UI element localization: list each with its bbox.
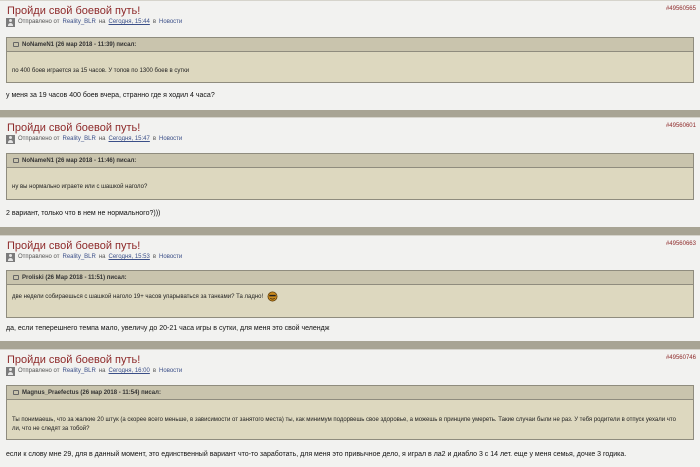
quote-icon [13, 158, 19, 163]
author-link[interactable]: Reality_BLR [63, 136, 96, 142]
forum-post: Пройди свой боевой путь! #49560565 Отпра… [0, 0, 700, 110]
meta-in: в [152, 19, 157, 25]
quote-icon [13, 390, 19, 395]
avatar-icon[interactable] [6, 252, 15, 262]
quote-block: NoNameN1 (26 мар 2018 - 11:46) писал: ну… [6, 153, 694, 200]
post-text: у меня за 19 часов 400 боев вчера, стран… [6, 92, 215, 99]
post-id-link[interactable]: #49560746 [666, 355, 696, 361]
quote-block: NoNameN1 (26 мар 2018 - 11:39) писал: по… [6, 37, 694, 83]
post-date-link[interactable]: Сегодня, 16:00 [109, 368, 150, 374]
post-meta: Отправлено от Reality_BLR на Сегодня, 15… [6, 17, 182, 27]
author-link[interactable]: Reality_BLR [63, 368, 96, 374]
post-id-link[interactable]: #49560601 [666, 123, 696, 129]
smiley-icon [267, 291, 278, 302]
quote-block: Magnus_Praefectus (26 мар 2018 - 11:54) … [6, 385, 694, 440]
meta-on: на [98, 368, 106, 374]
meta-in: в [152, 368, 157, 374]
post-meta: Отправлено от Reality_BLR на Сегодня, 15… [6, 252, 182, 262]
quote-header-text: NoNameN1 (26 мар 2018 - 11:39) писал: [22, 41, 137, 48]
meta-prefix: Отправлено от [18, 368, 60, 374]
quote-body-text: две недели собираешься с шашкой наголо 1… [12, 294, 264, 301]
meta-prefix: Отправлено от [18, 254, 60, 260]
meta-in: в [152, 136, 157, 142]
post-date-link[interactable]: Сегодня, 15:47 [109, 136, 150, 142]
quote-icon [13, 275, 19, 280]
meta-prefix: Отправлено от [18, 136, 60, 142]
category-link[interactable]: Новости [159, 19, 182, 25]
meta-on: на [98, 19, 106, 25]
post-title-link[interactable]: Пройди свой боевой путь! [7, 354, 140, 366]
quote-body: две недели собираешься с шашкой наголо 1… [12, 291, 278, 302]
meta-prefix: Отправлено от [18, 19, 60, 25]
forum-post: Пройди свой боевой путь! #49560601 Отпра… [0, 117, 700, 227]
quote-body: Ты понимаешь, что за жалкие 20 штук (а с… [12, 417, 676, 432]
post-title-link[interactable]: Пройди свой боевой путь! [7, 240, 140, 252]
category-link[interactable]: Новости [159, 136, 182, 142]
post-text: если к слову мне 29, для в данный момент… [6, 451, 627, 458]
forum-post: Пройди свой боевой путь! #49560663 Отпра… [0, 235, 700, 341]
post-text: 2 вариант, только что в нем не нормально… [6, 210, 161, 217]
quote-body: по 400 боев играется за 15 часов. У топо… [12, 68, 190, 74]
quote-body: ну вы нормально играете или с шашкой наг… [12, 184, 148, 190]
avatar-icon[interactable] [6, 134, 15, 144]
post-id-link[interactable]: #49560565 [666, 6, 696, 12]
post-meta: Отправлено от Reality_BLR на Сегодня, 15… [6, 134, 182, 144]
author-link[interactable]: Reality_BLR [63, 19, 96, 25]
forum-post: Пройди свой боевой путь! #49560746 Отпра… [0, 349, 700, 467]
post-date-link[interactable]: Сегодня, 15:53 [109, 254, 150, 260]
quote-header: Magnus_Praefectus (26 мар 2018 - 11:54) … [7, 386, 693, 400]
quote-header-text: Proliski (26 Мар 2018 - 11:51) писал: [22, 274, 127, 281]
author-link[interactable]: Reality_BLR [63, 254, 96, 260]
meta-in: в [152, 254, 157, 260]
category-link[interactable]: Новости [159, 368, 182, 374]
quote-block: Proliski (26 Мар 2018 - 11:51) писал: дв… [6, 270, 694, 318]
quote-header-text: Magnus_Praefectus (26 мар 2018 - 11:54) … [22, 389, 161, 396]
post-title-link[interactable]: Пройди свой боевой путь! [7, 5, 140, 17]
post-date-link[interactable]: Сегодня, 15:44 [109, 19, 150, 25]
meta-on: на [98, 254, 106, 260]
post-id-link[interactable]: #49560663 [666, 241, 696, 247]
post-text: да, если теперешнего темпа мало, увеличу… [6, 325, 330, 332]
avatar-icon[interactable] [6, 366, 15, 376]
post-meta: Отправлено от Reality_BLR на Сегодня, 16… [6, 366, 182, 376]
quote-header-text: NoNameN1 (26 мар 2018 - 11:46) писал: [22, 157, 137, 164]
quote-header: NoNameN1 (26 мар 2018 - 11:46) писал: [7, 154, 693, 168]
category-link[interactable]: Новости [159, 254, 182, 260]
meta-on: на [98, 136, 106, 142]
quote-header: NoNameN1 (26 мар 2018 - 11:39) писал: [7, 38, 693, 52]
avatar-icon[interactable] [6, 17, 15, 27]
quote-icon [13, 42, 19, 47]
post-title-link[interactable]: Пройди свой боевой путь! [7, 122, 140, 134]
quote-header: Proliski (26 Мар 2018 - 11:51) писал: [7, 271, 693, 285]
